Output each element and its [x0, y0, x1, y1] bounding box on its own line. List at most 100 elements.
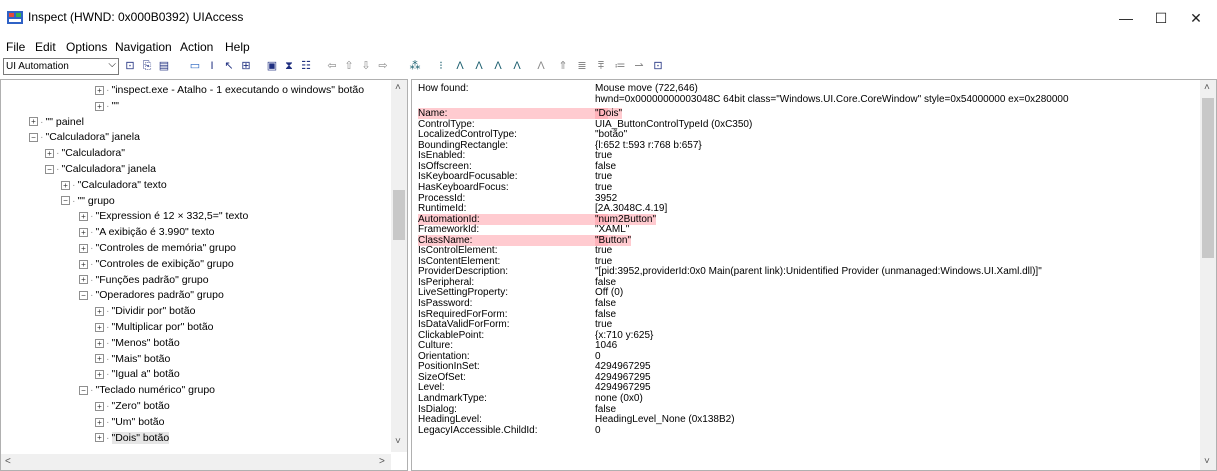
maximize-button[interactable]: ☐ [1141, 6, 1181, 30]
tree-item[interactable]: − · "" grupo [61, 193, 115, 209]
expand-icon[interactable]: + [95, 433, 104, 443]
menu-help[interactable]: Help [225, 40, 250, 54]
scroll-left-icon[interactable]: < [5, 456, 11, 467]
tree-item[interactable]: + · "Zero" botão [95, 398, 170, 414]
tree-item[interactable]: + · "Controles de exibição" grupo [79, 256, 234, 272]
scroll-up-icon[interactable]: ˄ [1204, 82, 1210, 93]
options-icon[interactable]: ☷ [299, 59, 313, 73]
tree-item[interactable]: + · "A exibição é 3.990" texto [79, 224, 214, 240]
element-tree-pane[interactable]: + · "inspect.exe - Atalho - 1 executando o… [0, 79, 408, 471]
pointer-icon[interactable]: ↖ [222, 59, 236, 73]
tree-item[interactable]: + · "Funções padrão" grupo [79, 272, 209, 288]
menu-edit[interactable]: Edit [35, 40, 56, 54]
expand-icon[interactable]: + [95, 101, 104, 111]
expand-icon[interactable]: + [29, 117, 38, 127]
tree-item[interactable]: + · "Dois" botão [95, 430, 170, 446]
expand-icon[interactable]: + [95, 370, 104, 380]
minimize-button[interactable]: — [1106, 6, 1146, 30]
watch-cursor-icon[interactable]: ⊞ [239, 59, 253, 73]
focus-icon[interactable]: ▣ [265, 59, 279, 73]
expand-icon[interactable]: + [79, 259, 88, 269]
menu-file[interactable]: File [6, 40, 25, 54]
scroll-right-icon[interactable]: > [379, 456, 385, 467]
tree-item[interactable]: + · "Expression é 12 × 332,5=" texto [79, 208, 248, 224]
close-button[interactable]: ✕ [1176, 6, 1216, 30]
text-cursor-icon[interactable]: I [205, 59, 219, 73]
caret-icon[interactable]: ⧗ [282, 59, 296, 73]
refresh-icon[interactable]: ⊡ [123, 59, 137, 73]
collapse-icon[interactable]: − [79, 385, 88, 395]
expand-icon[interactable]: + [61, 180, 70, 190]
tree-item[interactable]: + · "Menos" botão [95, 335, 180, 351]
tree-item[interactable]: + · "Multiplicar por" botão [95, 319, 214, 335]
tree-item-label: "Operadores padrão" grupo [95, 289, 224, 302]
pattern-5-icon[interactable]: Ʌ [510, 59, 524, 73]
tree-item[interactable]: + · "Mais" botão [95, 351, 170, 367]
forward-arrow-icon[interactable]: ⇨ [376, 59, 390, 73]
tree-item[interactable]: + · "" painel [29, 114, 84, 130]
tree-horizontal-scrollbar[interactable]: < > [1, 454, 391, 470]
expand-icon[interactable]: + [95, 85, 104, 95]
properties-vertical-scrollbar[interactable]: ˄ ˅ [1200, 80, 1216, 470]
properties-pane[interactable]: How found: Mouse move (722,646) hwnd=0x000… [411, 79, 1217, 471]
scroll-down-icon[interactable]: ˅ [1204, 456, 1210, 467]
expand-icon[interactable]: + [79, 227, 88, 237]
tree-item[interactable]: + · "Igual a" botão [95, 366, 180, 382]
tree-item[interactable]: + · "Dividir por" botão [95, 303, 195, 319]
pattern-6-icon[interactable]: Ʌ [534, 59, 548, 73]
copy-icon[interactable]: ⎘ [140, 59, 154, 73]
expand-icon[interactable]: + [95, 306, 104, 316]
expand-icon[interactable]: + [79, 275, 88, 285]
tree-item[interactable]: − · "Operadores padrão" grupo [79, 287, 224, 303]
down-arrow-icon[interactable]: ⇩ [359, 59, 373, 73]
menu-navigation[interactable]: Navigation [115, 40, 172, 54]
tree-vertical-scrollbar[interactable]: ˄ ˅ [391, 80, 407, 452]
collapse-icon[interactable]: − [79, 291, 88, 301]
highlight-rect-icon[interactable]: ▭ [188, 59, 202, 73]
pattern-1-icon[interactable]: ⁝ [434, 59, 448, 73]
tree-item[interactable]: − · "Calculadora" janela [45, 161, 156, 177]
expand-icon[interactable]: + [95, 322, 104, 332]
properties-icon[interactable]: ▤ [157, 59, 171, 73]
pattern-11-icon[interactable]: ⇀ [632, 59, 646, 73]
expand-icon[interactable]: + [95, 417, 104, 427]
expand-icon[interactable]: + [95, 338, 104, 348]
scroll-down-icon[interactable]: ˅ [395, 436, 401, 447]
pattern-4-icon[interactable]: Ʌ [491, 59, 505, 73]
back-arrow-icon[interactable]: ⇦ [325, 59, 339, 73]
pattern-9-icon[interactable]: ⩱ [594, 59, 608, 73]
tree-item[interactable]: − · "Calculadora" janela [29, 129, 140, 145]
property-key: FrameworkId: [418, 224, 480, 236]
property-key: IsContentElement: [418, 255, 501, 267]
collapse-icon[interactable]: − [45, 164, 54, 174]
pattern-8-icon[interactable]: ≣ [575, 59, 589, 73]
pattern-2-icon[interactable]: Ʌ [453, 59, 467, 73]
scroll-up-icon[interactable]: ˄ [395, 82, 401, 93]
menu-options[interactable]: Options [66, 40, 107, 54]
expand-icon[interactable]: + [95, 401, 104, 411]
collapse-icon[interactable]: − [29, 133, 38, 143]
expand-icon[interactable]: + [79, 212, 88, 222]
scroll-thumb[interactable] [393, 190, 405, 240]
collapse-icon[interactable]: − [61, 196, 70, 206]
pattern-10-icon[interactable]: ≔ [613, 59, 627, 73]
tree-connector: · [106, 368, 110, 381]
tree-item[interactable]: + · "Calculadora" [45, 145, 125, 161]
tree-icon[interactable]: ⁂ [408, 59, 422, 73]
tree-item[interactable]: − · "Teclado numérico" grupo [79, 382, 215, 398]
menu-action[interactable]: Action [180, 40, 213, 54]
expand-icon[interactable]: + [95, 354, 104, 364]
scroll-thumb[interactable] [1202, 98, 1214, 258]
pattern-12-icon[interactable]: ⊡ [651, 59, 665, 73]
pattern-3-icon[interactable]: Ʌ [472, 59, 486, 73]
expand-icon[interactable]: + [79, 243, 88, 253]
tree-item[interactable]: + · "Um" botão [95, 414, 164, 430]
tree-item[interactable]: + · "inspect.exe - Atalho - 1 executando o… [95, 82, 364, 98]
tree-item[interactable]: + · "Controles de memória" grupo [79, 240, 236, 256]
mode-select[interactable]: UI Automation ⌵ [3, 58, 119, 75]
pattern-7-icon[interactable]: ⇑ [556, 59, 570, 73]
up-arrow-icon[interactable]: ⇧ [342, 59, 356, 73]
expand-icon[interactable]: + [45, 148, 54, 158]
tree-item[interactable]: + · "Calculadora" texto [61, 177, 167, 193]
tree-item[interactable]: + · "" [95, 98, 119, 114]
